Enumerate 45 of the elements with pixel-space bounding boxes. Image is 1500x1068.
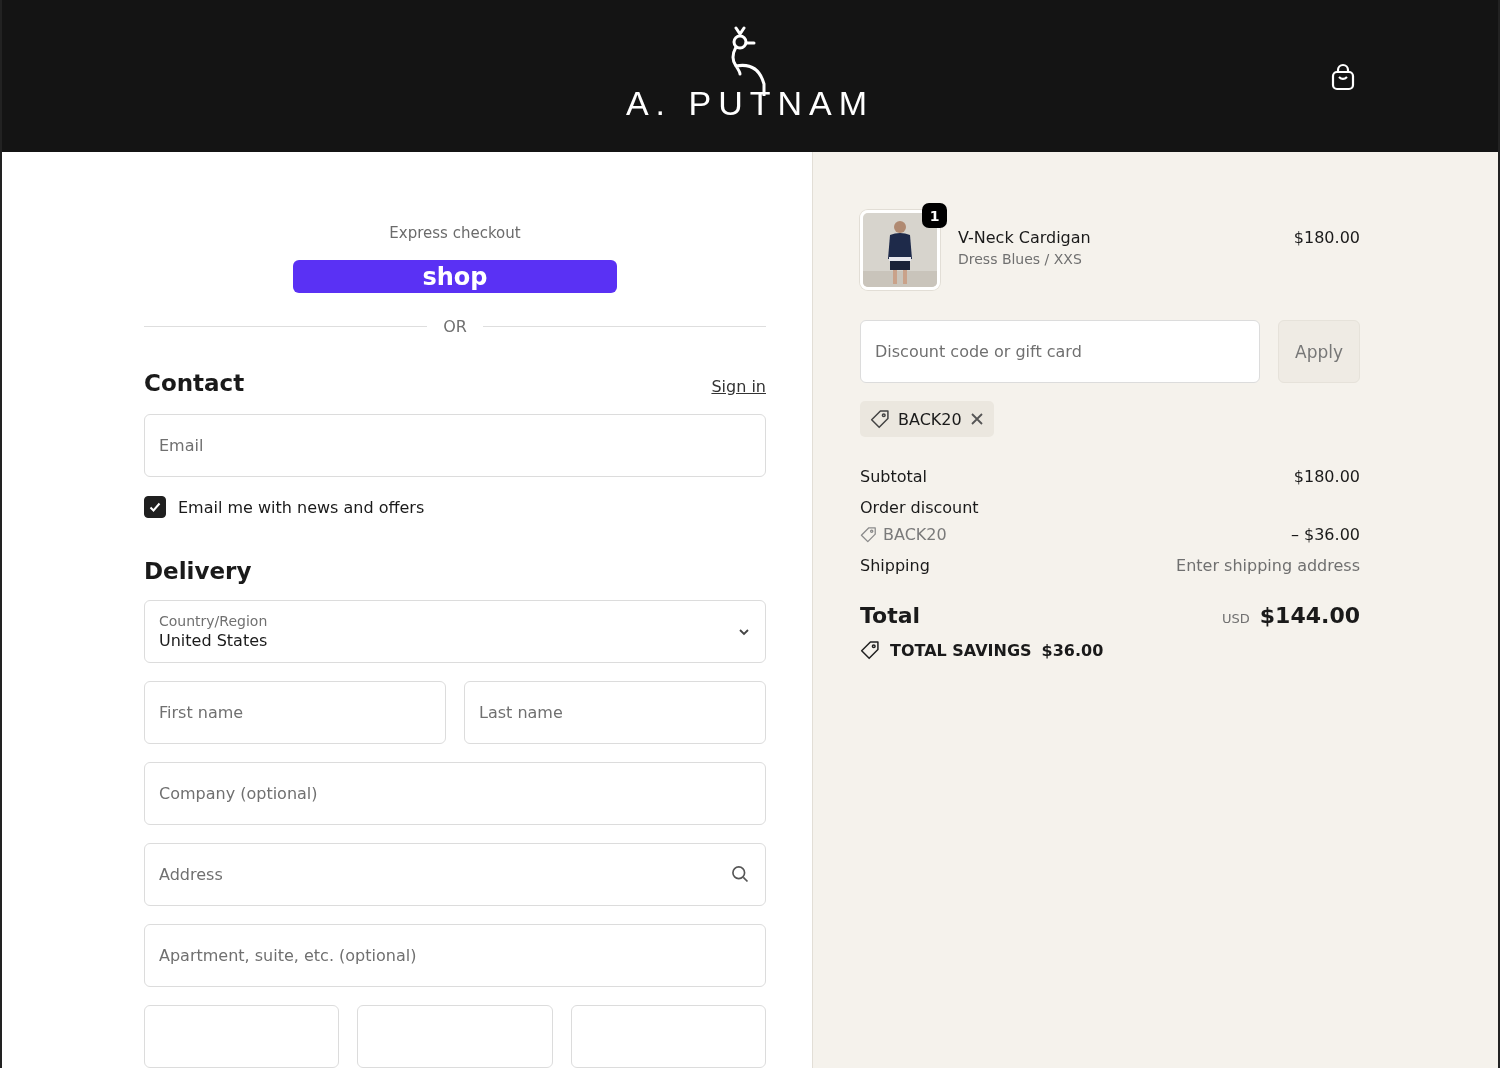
search-icon	[730, 864, 750, 884]
discount-code: BACK20	[883, 525, 947, 544]
summary-value: Enter shipping address	[1176, 556, 1360, 575]
savings-amount: $36.00	[1041, 640, 1104, 660]
input-field[interactable]	[570, 1005, 766, 1068]
savings-label: TOTAL SAVINGS	[890, 640, 1032, 660]
discount-code-field[interactable]: Discount code or gift card	[860, 320, 1260, 383]
input-field[interactable]: Apartment, suite, etc. (optional)	[144, 924, 766, 987]
section-heading: Contact	[144, 370, 245, 396]
input-field[interactable]: Company (optional)	[144, 762, 766, 825]
close-icon[interactable]	[969, 412, 984, 426]
checkbox[interactable]	[144, 496, 166, 518]
express-checkout-label: Express checkout	[389, 224, 521, 242]
apply-button[interactable]: Apply	[1278, 320, 1360, 383]
email-field[interactable]: Email	[144, 414, 766, 477]
currency-code: USD	[1222, 611, 1250, 626]
summary-label: Subtotal	[860, 467, 928, 486]
total-label: Total	[860, 603, 921, 628]
tags-icon	[860, 640, 880, 660]
product-price: $180.00	[1293, 228, 1360, 247]
input-field[interactable]	[357, 1005, 553, 1068]
checkbox-label: Email me with news and offers	[178, 497, 425, 517]
discount-code: BACK20	[898, 409, 962, 429]
tag-icon	[870, 409, 890, 429]
or-divider-label: OR	[443, 317, 467, 336]
input-field[interactable]: Last name	[464, 681, 766, 744]
input-field[interactable]: First name	[144, 681, 446, 744]
sign-in-link[interactable]: Sign in	[711, 377, 766, 396]
summary-value: $180.00	[1293, 467, 1360, 486]
section-heading: Delivery	[144, 558, 252, 584]
brand-logo: A. PUTNAM	[625, 86, 875, 120]
shopping-bag-icon[interactable]	[1330, 63, 1356, 91]
product-variant: Dress Blues / XXS	[958, 251, 1083, 267]
input-field[interactable]	[144, 1005, 340, 1068]
country-select[interactable]: Country/Region United States	[144, 600, 766, 663]
quantity-badge: 1	[922, 203, 947, 228]
summary-label: Shipping	[860, 556, 930, 575]
tag-icon	[860, 526, 877, 543]
shop-pay-button[interactable]: shop	[293, 260, 617, 293]
address-field[interactable]: Address	[144, 843, 766, 906]
total-amount: $144.00	[1259, 603, 1360, 628]
summary-label: Order discount	[860, 498, 980, 517]
summary-value: – $36.00	[1290, 525, 1360, 544]
product-name: V-Neck Cardigan	[958, 228, 1092, 247]
checkmark-icon	[148, 500, 162, 514]
